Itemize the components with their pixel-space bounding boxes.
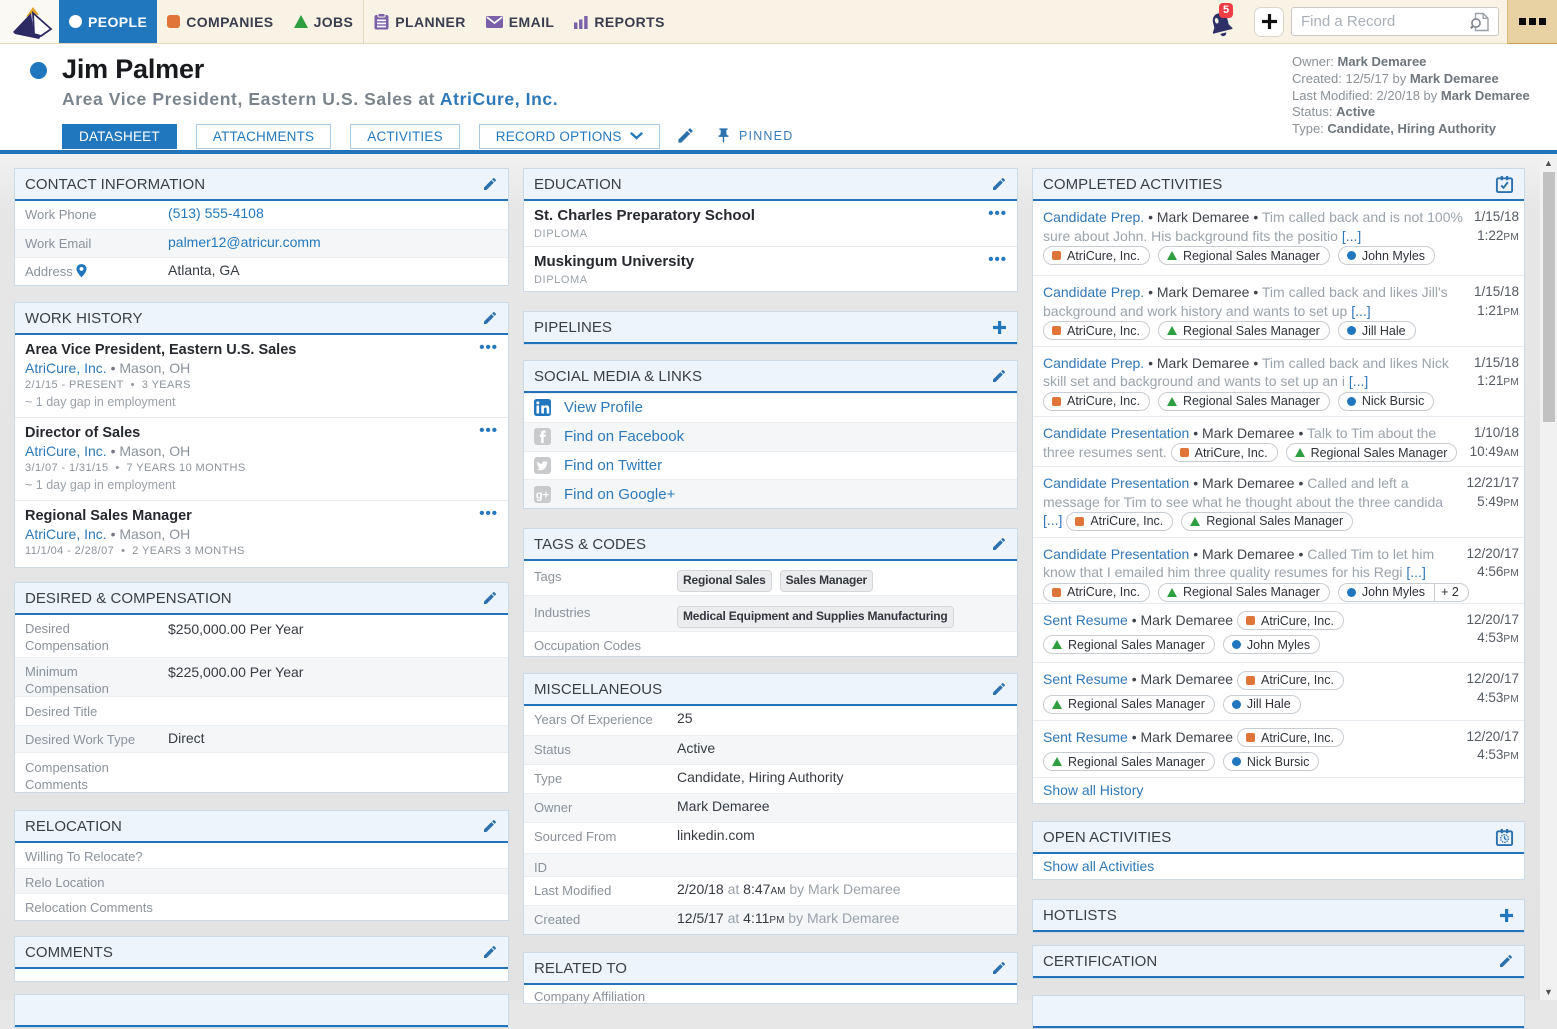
svg-text:g+: g+ bbox=[536, 489, 549, 501]
